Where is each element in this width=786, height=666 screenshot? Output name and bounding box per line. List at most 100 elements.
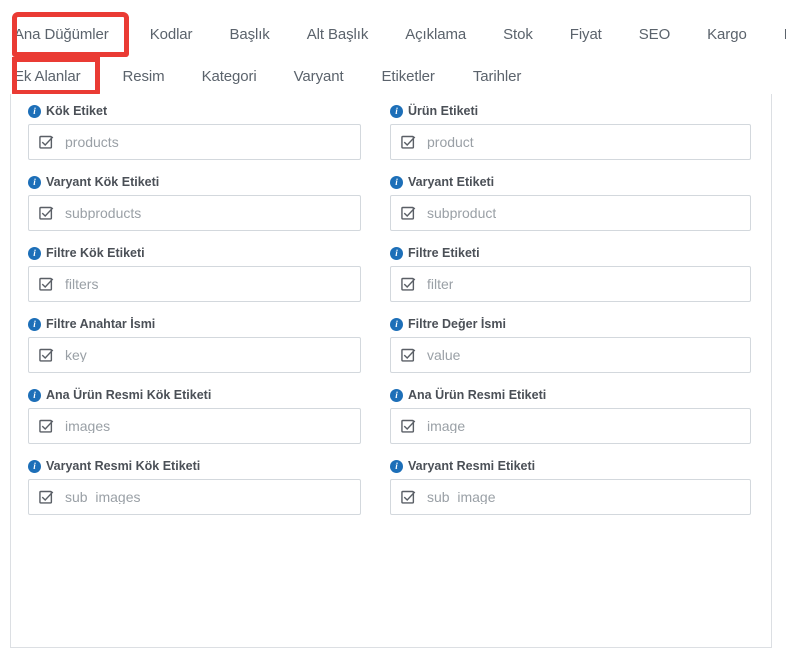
check-square-icon — [401, 277, 416, 291]
input-value: value — [427, 348, 461, 362]
field-block: i Varyant Resmi Kök Etiketi sub_images — [28, 460, 361, 515]
field-cell-kok-etiket: i Kök Etiket products — [28, 105, 390, 176]
tab-kategori[interactable]: Kategori — [202, 69, 257, 84]
field-block: i Filtre Kök Etiketi filters — [28, 247, 361, 302]
input-urun-etiketi[interactable]: product — [390, 124, 751, 160]
check-square-icon — [401, 490, 416, 504]
field-block: i Kök Etiket products — [28, 105, 361, 160]
field-label: i Ana Ürün Resmi Kök Etiketi — [28, 389, 361, 402]
field-label: i Filtre Kök Etiketi — [28, 247, 361, 260]
info-icon[interactable]: i — [28, 318, 41, 331]
check-square-icon — [39, 206, 54, 220]
field-label: i Ürün Etiketi — [390, 105, 751, 118]
info-icon[interactable]: i — [28, 389, 41, 402]
info-icon[interactable]: i — [28, 460, 41, 473]
field-block: i Ana Ürün Resmi Kök Etiketi images — [28, 389, 361, 444]
field-block: i Ana Ürün Resmi Etiketi image — [390, 389, 751, 444]
input-ana-urun-resmi-etiketi[interactable]: image — [390, 408, 751, 444]
field-label: i Varyant Kök Etiketi — [28, 176, 361, 189]
input-varyant-resmi-kok-etiketi[interactable]: sub_images — [28, 479, 361, 515]
tab-fiyat[interactable]: Fiyat — [570, 27, 602, 42]
input-value: images — [65, 419, 111, 433]
tab-kodlar[interactable]: Kodlar — [150, 27, 193, 42]
tab-ana-dugumler[interactable]: Ana Düğümler — [14, 27, 109, 42]
input-varyant-etiketi[interactable]: subproduct — [390, 195, 751, 231]
check-square-icon — [401, 419, 416, 433]
field-label-text: Ana Ürün Resmi Etiketi — [408, 388, 547, 403]
tab-row-primary: Ana Düğümler Kodlar Başlık Alt Başlık Açıkla… — [14, 14, 786, 54]
field-label-text: Ürün Etiketi — [408, 104, 479, 119]
field-label-text: Varyant Kök Etiketi — [46, 175, 160, 190]
input-filtre-deger-i-smi[interactable]: value — [390, 337, 751, 373]
field-label-text: Filtre Değer İsmi — [408, 317, 506, 332]
input-value: subproducts — [65, 206, 142, 220]
info-icon[interactable]: i — [390, 176, 403, 189]
field-label: i Varyant Etiketi — [390, 176, 751, 189]
input-varyant-kok-etiketi[interactable]: subproducts — [28, 195, 361, 231]
field-block: i Varyant Resmi Etiketi sub_image — [390, 460, 751, 515]
input-value: filter — [427, 277, 454, 291]
field-grid: i Kök Etiket products i Ürün Etiketi product i… — [28, 105, 752, 531]
check-square-icon — [401, 135, 416, 149]
field-label-text: Ana Ürün Resmi Kök Etiketi — [46, 388, 212, 403]
field-label-text: Varyant Etiketi — [408, 175, 495, 190]
input-value: sub_images — [65, 490, 141, 504]
input-value: sub_image — [427, 490, 496, 504]
input-filtre-anahtar-i-smi[interactable]: key — [28, 337, 361, 373]
input-ana-urun-resmi-kok-etiketi[interactable]: images — [28, 408, 361, 444]
input-value: product — [427, 135, 474, 149]
field-label: i Kök Etiket — [28, 105, 361, 118]
tab-seo[interactable]: SEO — [639, 27, 670, 42]
tab-kargo[interactable]: Kargo — [707, 27, 747, 42]
tab-stok[interactable]: Stok — [503, 27, 533, 42]
tab-alt-baslik[interactable]: Alt Başlık — [307, 27, 369, 42]
field-cell-varyant-resmi-etiketi: i Varyant Resmi Etiketi sub_image — [390, 460, 752, 531]
input-value: image — [427, 419, 466, 433]
field-block: i Varyant Kök Etiketi subproducts — [28, 176, 361, 231]
info-icon[interactable]: i — [390, 105, 403, 118]
field-block: i Ürün Etiketi product — [390, 105, 751, 160]
field-cell-urun-etiketi: i Ürün Etiketi product — [390, 105, 752, 176]
input-filtre-kok-etiketi[interactable]: filters — [28, 266, 361, 302]
field-cell-varyant-etiketi: i Varyant Etiketi subproduct — [390, 176, 752, 247]
info-icon[interactable]: i — [28, 105, 41, 118]
field-cell-filtre-anahtar-i-smi: i Filtre Anahtar İsmi key — [28, 318, 390, 389]
info-icon[interactable]: i — [390, 318, 403, 331]
input-varyant-resmi-etiketi[interactable]: sub_image — [390, 479, 751, 515]
input-value: filters — [65, 277, 99, 291]
info-icon[interactable]: i — [390, 389, 403, 402]
tab-etiketler[interactable]: Etiketler — [382, 69, 435, 84]
info-icon[interactable]: i — [28, 176, 41, 189]
input-value: key — [65, 348, 87, 362]
tab-baslik[interactable]: Başlık — [229, 27, 269, 42]
field-block: i Filtre Değer İsmi value — [390, 318, 751, 373]
field-cell-varyant-resmi-kok-etiketi: i Varyant Resmi Kök Etiketi sub_images — [28, 460, 390, 531]
check-square-icon — [401, 348, 416, 362]
field-label: i Varyant Resmi Etiketi — [390, 460, 751, 473]
field-label: i Filtre Değer İsmi — [390, 318, 751, 331]
field-label-text: Filtre Etiketi — [408, 246, 480, 261]
check-square-icon — [39, 135, 54, 149]
field-label-text: Filtre Anahtar İsmi — [46, 317, 156, 332]
input-kok-etiket[interactable]: products — [28, 124, 361, 160]
field-block: i Varyant Etiketi subproduct — [390, 176, 751, 231]
field-block: i Filtre Anahtar İsmi key — [28, 318, 361, 373]
info-icon[interactable]: i — [390, 247, 403, 260]
input-value: products — [65, 135, 119, 149]
tab-aciklama[interactable]: Açıklama — [405, 27, 466, 42]
info-icon[interactable]: i — [28, 247, 41, 260]
field-label-text: Kök Etiket — [46, 104, 108, 119]
field-cell-ana-urun-resmi-kok-etiketi: i Ana Ürün Resmi Kök Etiketi images — [28, 389, 390, 460]
field-cell-filtre-kok-etiketi: i Filtre Kök Etiketi filters — [28, 247, 390, 318]
input-filtre-etiketi[interactable]: filter — [390, 266, 751, 302]
tab-ek-alanlar[interactable]: Ek Alanlar — [14, 69, 81, 84]
info-icon[interactable]: i — [390, 460, 403, 473]
tab-resim[interactable]: Resim — [123, 69, 165, 84]
tab-varyant[interactable]: Varyant — [294, 69, 344, 84]
field-cell-varyant-kok-etiketi: i Varyant Kök Etiketi subproducts — [28, 176, 390, 247]
check-square-icon — [39, 490, 54, 504]
field-cell-filtre-deger-i-smi: i Filtre Değer İsmi value — [390, 318, 752, 389]
check-square-icon — [39, 348, 54, 362]
tab-tarihler[interactable]: Tarihler — [473, 69, 521, 84]
field-label-text: Varyant Resmi Etiketi — [408, 459, 536, 474]
